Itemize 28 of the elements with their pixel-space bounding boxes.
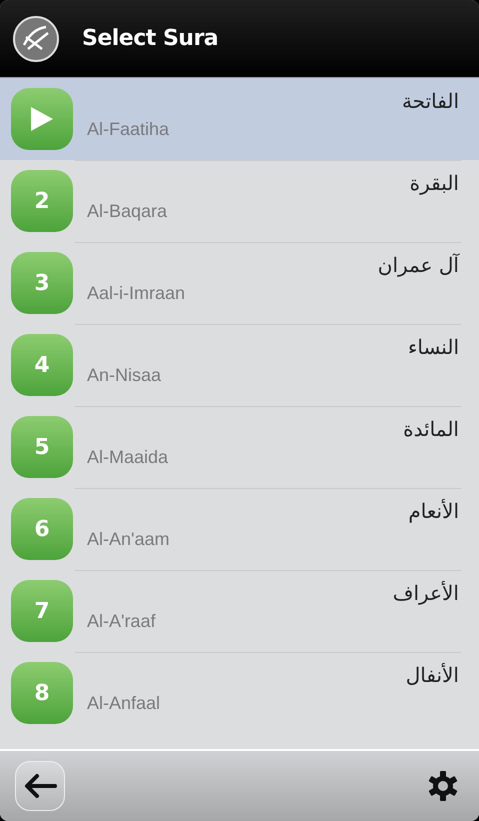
sura-name: Al-Faatiha: [87, 118, 170, 141]
sura-name: Al-Anfaal: [87, 692, 160, 715]
back-arrow-icon: [23, 773, 57, 799]
sura-name: Al-An'aam: [87, 528, 170, 551]
arabic-name: الأنفال: [406, 662, 459, 689]
number-badge: 8: [11, 662, 73, 724]
sura-name: Al-Maaida: [87, 446, 168, 469]
arabic-name: البقرة: [410, 170, 459, 197]
number-badge: 4: [11, 334, 73, 396]
sura-name: Aal-i-Imraan: [87, 282, 186, 305]
sura-name: Al-Baqara: [87, 200, 168, 223]
arabic-name: النساء: [408, 334, 459, 361]
back-button[interactable]: [15, 761, 65, 811]
number-badge: 5: [11, 416, 73, 478]
play-icon: [31, 107, 53, 131]
settings-icon[interactable]: [427, 770, 459, 802]
sura-name: An-Nisaa: [87, 364, 162, 387]
arabic-name: الأنعام: [408, 498, 459, 525]
arabic-name: الفاتحة: [402, 88, 459, 115]
number-badge: 3: [11, 252, 73, 314]
number-badge: 7: [11, 580, 73, 642]
arabic-name: المائدة: [403, 416, 459, 443]
number-badge: 6: [11, 498, 73, 560]
arabic-name: آل عمران: [378, 252, 459, 279]
number-badge: 2: [11, 170, 73, 232]
sura-name: Al-A'raaf: [87, 610, 156, 633]
screen-title: Select Sura: [82, 25, 218, 53]
arabic-name: الأعراف: [392, 580, 459, 607]
